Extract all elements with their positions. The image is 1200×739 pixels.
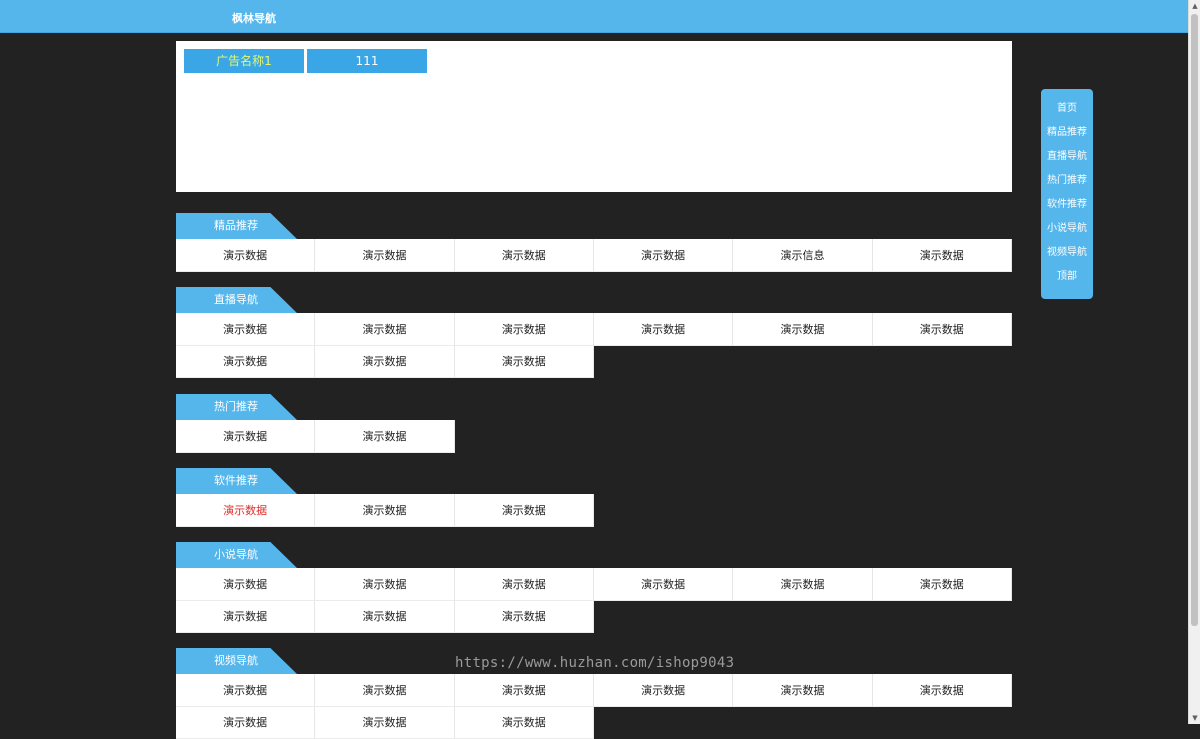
side-nav-live[interactable]: 直播导航 [1041,149,1093,173]
link-cell[interactable]: 演示数据 [315,346,454,379]
link-cell[interactable]: 演示数据 [176,239,315,272]
section-hot: 热门推荐演示数据演示数据 [176,394,1012,453]
ad-link-2[interactable]: 111 [307,49,427,73]
link-cell[interactable]: 演示数据 [455,313,594,346]
link-cell[interactable]: 演示数据 [176,568,315,601]
site-title[interactable]: 枫林导航 [232,10,276,26]
side-nav-featured[interactable]: 精品推荐 [1041,125,1093,149]
link-cell[interactable]: 演示数据 [315,601,454,634]
side-nav-top[interactable]: 顶部 [1041,269,1093,293]
link-cell[interactable]: 演示数据 [315,494,454,527]
link-cell[interactable]: 演示数据 [315,568,454,601]
link-cell[interactable]: 演示数据 [455,601,594,634]
scrollbar-thumb[interactable] [1191,14,1198,626]
section-novel: 小说导航演示数据演示数据演示数据演示数据演示数据演示数据演示数据演示数据演示数据 [176,542,1012,633]
section-title: 小说导航 [176,542,297,568]
link-cell[interactable]: 演示数据 [315,707,454,739]
link-cell[interactable]: 演示数据 [873,568,1012,601]
top-header: 枫林导航 [0,0,1188,33]
side-nav-novel[interactable]: 小说导航 [1041,221,1093,245]
link-cell[interactable]: 演示数据 [176,420,315,453]
link-cell[interactable]: 演示数据 [315,420,454,453]
link-cell[interactable]: 演示数据 [455,494,594,527]
link-grid: 演示数据演示数据 [176,420,1012,453]
ad-link-1[interactable]: 广告名称1 [184,49,304,73]
link-grid: 演示数据演示数据演示数据演示数据演示数据演示数据演示数据演示数据演示数据 [176,313,1012,378]
link-cell[interactable]: 演示数据 [455,568,594,601]
side-nav-software[interactable]: 软件推荐 [1041,197,1093,221]
link-cell[interactable]: 演示数据 [455,346,594,379]
link-cell[interactable]: 演示数据 [315,674,454,707]
link-cell[interactable]: 演示数据 [594,568,733,601]
link-cell[interactable]: 演示数据 [455,674,594,707]
link-cell[interactable]: 演示数据 [733,568,872,601]
link-cell[interactable]: 演示数据 [455,239,594,272]
section-title: 视频导航 [176,648,297,674]
link-cell[interactable]: 演示数据 [733,313,872,346]
section-title: 直播导航 [176,287,297,313]
watermark-url: https://www.huzhan.com/ishop9043 [455,655,734,671]
link-grid: 演示数据演示数据演示数据演示数据演示数据演示数据演示数据演示数据演示数据 [176,674,1012,739]
section-featured: 精品推荐演示数据演示数据演示数据演示数据演示信息演示数据 [176,213,1012,272]
link-cell[interactable]: 演示信息 [733,239,872,272]
side-nav-hot[interactable]: 热门推荐 [1041,173,1093,197]
link-cell[interactable]: 演示数据 [733,674,872,707]
link-cell[interactable]: 演示数据 [873,313,1012,346]
link-cell[interactable]: 演示数据 [176,494,315,527]
side-nav-home[interactable]: 首页 [1041,101,1093,125]
link-cell[interactable]: 演示数据 [873,674,1012,707]
link-grid: 演示数据演示数据演示数据 [176,494,1012,527]
link-cell[interactable]: 演示数据 [315,313,454,346]
scroll-up-arrow-icon[interactable]: ▲ [1189,0,1200,12]
link-cell[interactable]: 演示数据 [176,707,315,739]
link-cell[interactable]: 演示数据 [176,313,315,346]
floating-side-nav: 首页 精品推荐 直播导航 热门推荐 软件推荐 小说导航 视频导航 顶部 [1041,89,1093,299]
link-cell[interactable]: 演示数据 [315,239,454,272]
page-scrollbar[interactable]: ▲ ▼ [1188,0,1200,724]
link-grid: 演示数据演示数据演示数据演示数据演示数据演示数据演示数据演示数据演示数据 [176,568,1012,633]
scroll-down-arrow-icon[interactable]: ▼ [1189,712,1200,724]
link-cell[interactable]: 演示数据 [594,313,733,346]
ad-banner-area: 广告名称1 111 [176,41,1012,192]
link-cell[interactable]: 演示数据 [176,346,315,379]
section-title: 热门推荐 [176,394,297,420]
section-software: 软件推荐演示数据演示数据演示数据 [176,468,1012,527]
link-grid: 演示数据演示数据演示数据演示数据演示信息演示数据 [176,239,1012,272]
section-title: 软件推荐 [176,468,297,494]
section-live: 直播导航演示数据演示数据演示数据演示数据演示数据演示数据演示数据演示数据演示数据 [176,287,1012,378]
side-nav-video[interactable]: 视频导航 [1041,245,1093,269]
link-cell[interactable]: 演示数据 [873,239,1012,272]
link-cell[interactable]: 演示数据 [594,239,733,272]
link-cell[interactable]: 演示数据 [176,601,315,634]
section-title: 精品推荐 [176,213,297,239]
link-cell[interactable]: 演示数据 [455,707,594,739]
link-cell[interactable]: 演示数据 [594,674,733,707]
link-cell[interactable]: 演示数据 [176,674,315,707]
